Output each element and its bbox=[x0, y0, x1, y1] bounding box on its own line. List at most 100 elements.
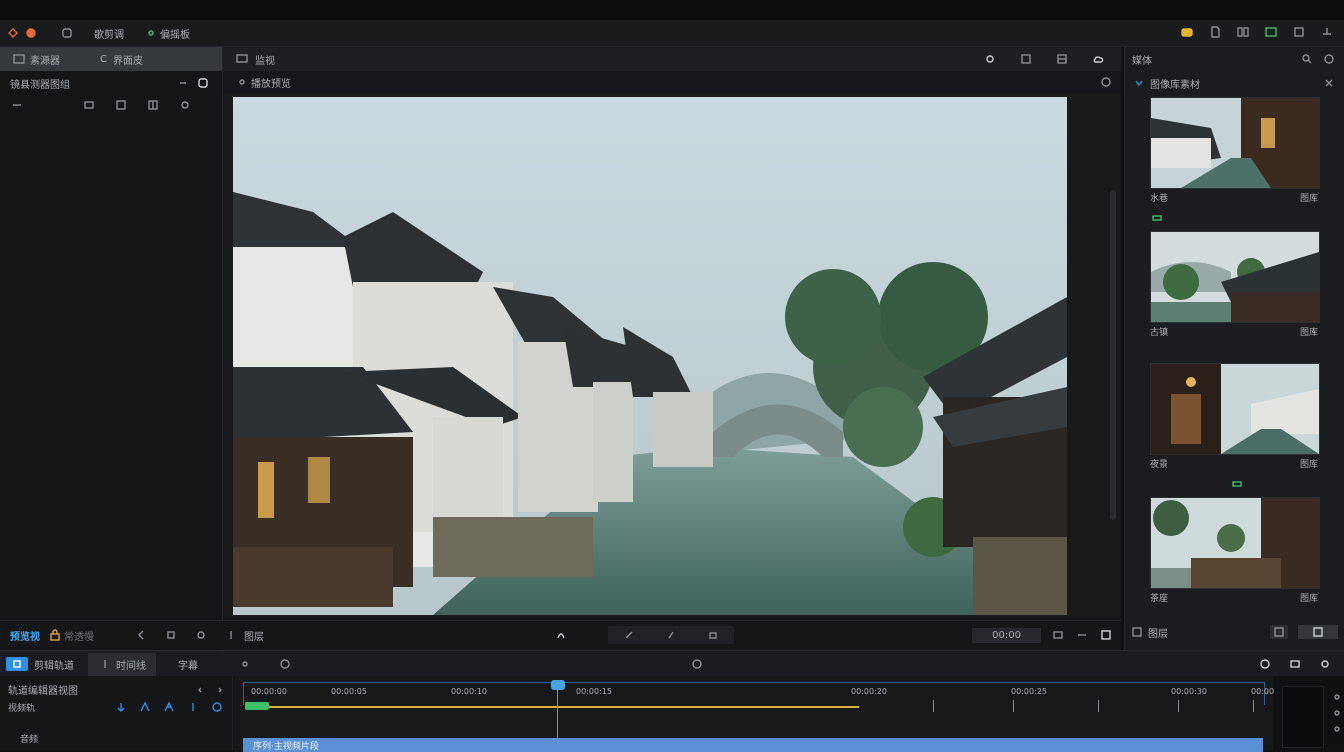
close-icon[interactable] bbox=[1322, 76, 1336, 90]
loading-icon[interactable] bbox=[690, 657, 704, 671]
menu-item-edit[interactable]: 歌剪调 bbox=[94, 26, 124, 41]
ruler-label: 00:00:25 bbox=[1011, 686, 1047, 696]
folder-icon[interactable] bbox=[1180, 25, 1194, 39]
track-tick bbox=[1013, 700, 1014, 712]
marker-icon[interactable] bbox=[224, 628, 238, 642]
record-icon[interactable] bbox=[210, 700, 224, 714]
track-tick bbox=[1253, 700, 1254, 712]
preview-image[interactable] bbox=[233, 97, 1067, 615]
export-icon[interactable] bbox=[1320, 25, 1334, 39]
timecode-display[interactable]: 00:00 bbox=[972, 627, 1041, 643]
meter-mute-icon[interactable] bbox=[1330, 690, 1344, 704]
meter-record-icon[interactable] bbox=[1330, 722, 1344, 736]
media-thumb-3-sub bbox=[1150, 478, 1318, 490]
pen-icon[interactable] bbox=[622, 628, 636, 642]
settings-timeline-icon[interactable] bbox=[1318, 657, 1332, 671]
timeline-area[interactable]: 00:00:00 00:00:05 00:00:10 00:00:15 00:0… bbox=[233, 676, 1287, 752]
timeline-tabs: 剪辑轨道 时间线 字幕 bbox=[0, 650, 1344, 677]
settings-gear-icon[interactable] bbox=[983, 52, 997, 66]
left-panel-tabs: 素源器 C 界面皮 bbox=[0, 47, 222, 71]
grid-view-icon[interactable] bbox=[114, 98, 128, 112]
media-thumb-1[interactable] bbox=[1150, 97, 1320, 189]
grid-icon[interactable] bbox=[1236, 25, 1250, 39]
preview-mode-label[interactable]: 预览视 bbox=[10, 628, 40, 643]
media-thumb-4[interactable] bbox=[1150, 497, 1320, 589]
tab-edit-track[interactable]: 剪辑轨道 bbox=[34, 657, 74, 672]
fullscreen-icon[interactable] bbox=[1099, 628, 1113, 642]
media-thumb-3[interactable] bbox=[1150, 363, 1320, 455]
marker-tab-icon[interactable] bbox=[238, 657, 252, 671]
eraser-icon[interactable] bbox=[706, 628, 720, 642]
track-sub-label: 视频轨 bbox=[8, 703, 36, 714]
ruler-label: 00:00:10 bbox=[451, 686, 487, 696]
more-icon[interactable] bbox=[176, 76, 190, 90]
playhead-handle[interactable] bbox=[551, 680, 565, 690]
ruler-label: 00:00:05 bbox=[331, 686, 367, 696]
zoom-fit-icon[interactable] bbox=[1051, 628, 1065, 642]
split-tool-icon[interactable] bbox=[114, 700, 128, 714]
audio-icon[interactable] bbox=[554, 628, 568, 642]
settings-icon[interactable] bbox=[178, 98, 192, 112]
menubar: 歌剪调 偏摇板 bbox=[0, 20, 1344, 47]
meter-solo-icon[interactable] bbox=[1330, 706, 1344, 720]
clip-tag-icon bbox=[1150, 211, 1164, 225]
brush-icon[interactable] bbox=[664, 628, 678, 642]
trim-tool-icon[interactable] bbox=[138, 700, 152, 714]
timeline-icon bbox=[98, 657, 112, 671]
redo-icon[interactable] bbox=[210, 683, 224, 697]
audio-meter-display bbox=[1282, 686, 1324, 748]
thumb-image-town bbox=[1151, 232, 1319, 322]
media-thumb-1-label: 水巷 bbox=[1150, 193, 1169, 204]
cloud-icon[interactable] bbox=[1091, 52, 1105, 66]
app-logo-icon bbox=[6, 26, 20, 40]
tab-subtitles[interactable]: 字幕 bbox=[178, 657, 198, 672]
home-icon[interactable] bbox=[60, 26, 74, 40]
timeline-ruler[interactable]: 00:00:00 00:00:05 00:00:10 00:00:15 00:0… bbox=[251, 685, 1287, 697]
document-icon[interactable] bbox=[1208, 25, 1222, 39]
media-thumb-3-tag: 图库 bbox=[1299, 459, 1318, 470]
new-bin-icon[interactable] bbox=[196, 76, 210, 90]
snap-icon[interactable] bbox=[278, 657, 292, 671]
brand-icon bbox=[24, 26, 38, 40]
media-thumb-1-sub bbox=[1150, 212, 1318, 224]
blade-tool-icon[interactable] bbox=[186, 700, 200, 714]
monitor-icon bbox=[235, 52, 249, 66]
menu-item-panel[interactable]: 偏摇板 bbox=[160, 26, 190, 41]
media-thumb-3-label: 夜景 bbox=[1150, 459, 1169, 470]
stop-icon[interactable] bbox=[164, 628, 178, 642]
zoom-icon[interactable] bbox=[1099, 75, 1113, 89]
collapse-icon[interactable] bbox=[1132, 76, 1146, 90]
thumb-image-canal bbox=[1151, 98, 1319, 188]
audio-meters bbox=[1274, 676, 1344, 750]
tab-interface[interactable]: 界面皮 bbox=[113, 52, 143, 67]
split-view-icon[interactable] bbox=[1019, 52, 1033, 66]
prev-frame-icon[interactable] bbox=[134, 628, 148, 642]
tab-timeline-container[interactable]: 时间线 bbox=[88, 652, 156, 676]
window-icon[interactable] bbox=[1292, 25, 1306, 39]
search-icon[interactable] bbox=[1300, 52, 1314, 66]
storage-icon[interactable] bbox=[1288, 657, 1302, 671]
history-icon[interactable] bbox=[1258, 657, 1272, 671]
media-thumb-2[interactable] bbox=[1150, 231, 1320, 323]
overlay-icon[interactable] bbox=[1055, 52, 1069, 66]
grid-small-icon[interactable] bbox=[146, 98, 160, 112]
cloud-sync-icon[interactable] bbox=[1322, 52, 1336, 66]
view-toggle-icon[interactable] bbox=[1298, 625, 1338, 639]
copy-icon[interactable] bbox=[82, 98, 96, 112]
viewer-scrollbar[interactable] bbox=[1110, 190, 1116, 520]
timeline-active-icon[interactable] bbox=[6, 657, 28, 671]
safe-area-icon[interactable] bbox=[1075, 628, 1089, 642]
transport-bar: 预览视 常透慢 图层 00:00 bbox=[0, 620, 1121, 649]
left-panel-header-label: 镜县测器图组 bbox=[10, 79, 70, 91]
list-icon[interactable] bbox=[10, 98, 24, 112]
tab-media-source[interactable]: 素源器 bbox=[30, 52, 60, 67]
track-start-marker[interactable] bbox=[245, 702, 269, 710]
media-thumb-2-label: 古镇 bbox=[1150, 327, 1169, 338]
viewer-toolbar: 监视 bbox=[223, 47, 1121, 72]
layers-icon[interactable] bbox=[1264, 25, 1278, 39]
ripple-tool-icon[interactable] bbox=[162, 700, 176, 714]
import-icon[interactable] bbox=[1270, 625, 1288, 639]
loop-icon[interactable] bbox=[194, 628, 208, 642]
audio-track-line[interactable] bbox=[247, 706, 859, 708]
undo-icon[interactable] bbox=[196, 683, 210, 697]
